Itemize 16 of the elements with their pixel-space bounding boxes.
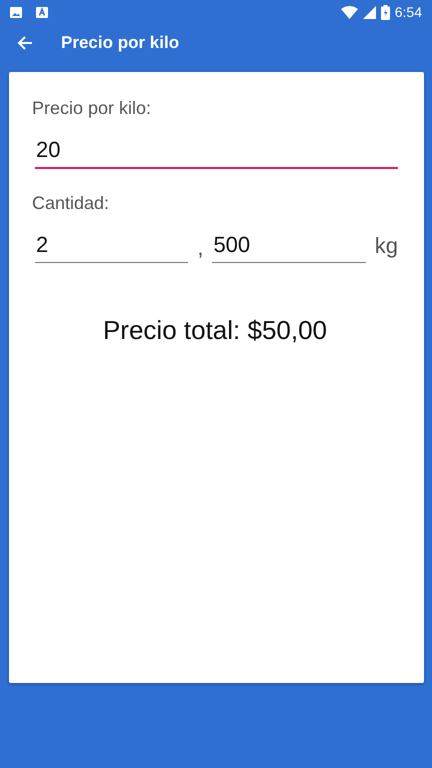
decimal-input[interactable]: 500 xyxy=(212,224,366,263)
font-icon xyxy=(36,6,48,18)
back-arrow-icon xyxy=(17,35,33,51)
wifi-icon xyxy=(340,6,358,18)
status-time: 6:54 xyxy=(394,4,422,20)
screen-title: Precio por kilo xyxy=(61,33,180,53)
image-icon xyxy=(10,6,22,18)
field-label: Cantidad: xyxy=(32,193,110,214)
integer-input[interactable]: 2 xyxy=(35,224,188,263)
decimal-separator: , xyxy=(197,235,204,261)
total-price: Precio total: $50,00 xyxy=(102,315,328,346)
signal-icon xyxy=(362,6,376,18)
field-label: Precio por kilo: xyxy=(32,98,152,119)
price-input[interactable]: 20 xyxy=(35,129,398,169)
battery-icon xyxy=(380,4,390,20)
unit-label: kg xyxy=(374,233,398,259)
